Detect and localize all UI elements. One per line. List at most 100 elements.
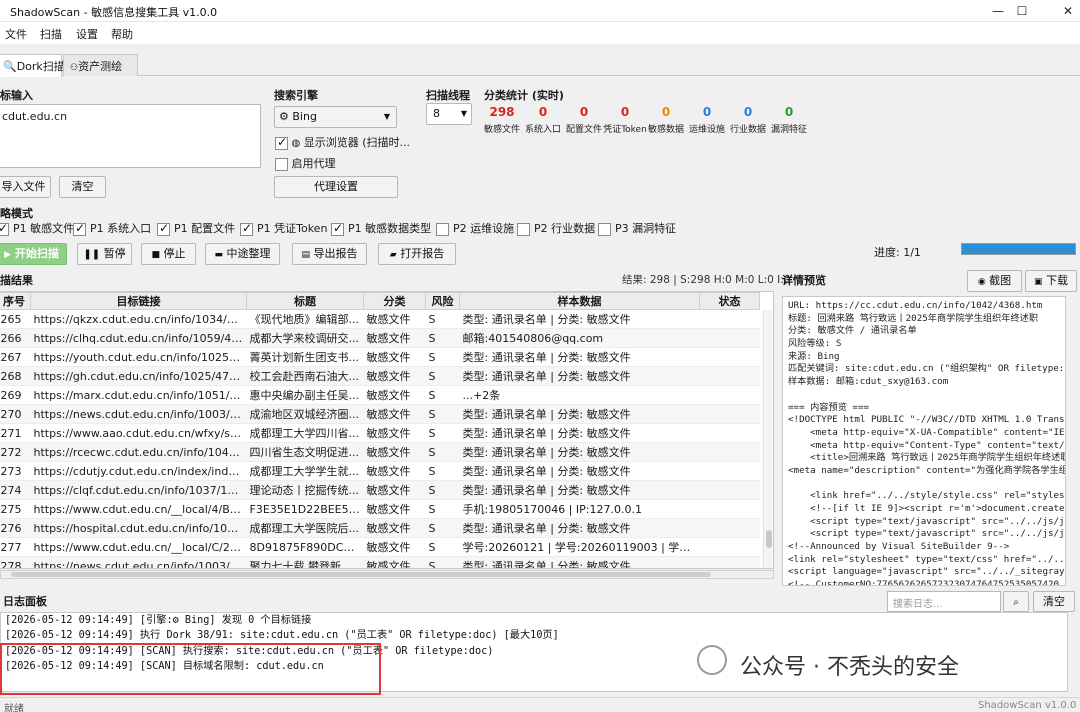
close-button[interactable]: ✕ [1045, 0, 1080, 22]
preview-line: URL: https://cc.cdut.edu.cn/info/1042/43… [788, 300, 1043, 311]
table-row[interactable]: 277 https://www.cdut.edu.cn/__local/C/29/… [0, 537, 760, 557]
table-row[interactable]: 268 https://gh.cdut.edu.cn/info/1025/4741… [0, 366, 760, 386]
export-icon: ▤ [301, 250, 310, 260]
table-row[interactable]: 266 https://clhq.cdut.edu.cn/info/1059/49… [0, 328, 760, 348]
row-sample: 类型: 通讯录名单 | 分类: 敏感文件 [459, 556, 700, 568]
table-row[interactable]: 269 https://marx.cdut.edu.cn/info/1051/23… [0, 385, 760, 405]
table-row[interactable]: 267 https://youth.cdut.edu.cn/info/1025/2… [0, 347, 760, 367]
results-scrollbar[interactable] [763, 310, 773, 568]
organize-button[interactable]: ▬ 中途整理 [205, 243, 280, 265]
row-url: https://news.cdut.edu.cn/info/1003/5300.… [30, 556, 247, 568]
mode-checkbox[interactable] [73, 221, 86, 236]
row-risk: S [425, 347, 460, 367]
results-hscrollbar-thumb[interactable] [11, 572, 711, 577]
row-title: 8D91875F890DC548... [246, 537, 364, 557]
row-category: 敏感文件 [363, 461, 426, 481]
row-risk: S [425, 461, 460, 481]
mode-option-label: P3 漏洞特征 [615, 222, 677, 235]
mode-checkbox[interactable] [157, 221, 170, 236]
mode-option-label: P1 系统入口 [90, 222, 152, 235]
table-row[interactable]: 265 https://qkzx.cdut.edu.cn/info/1034/12… [0, 309, 760, 329]
mode-checkbox[interactable] [598, 222, 611, 236]
log-search-input[interactable]: 搜索日志... [887, 591, 1001, 612]
row-status [699, 518, 760, 538]
row-url: https://www.aao.cdut.edu.cn/wfxy/searc..… [30, 423, 247, 443]
preview-line: <meta http-equiv="Content-Type" content=… [810, 439, 1065, 451]
row-title: 成都理工大学学生就... [246, 461, 364, 481]
mode-option[interactable]: P1 配置文件 [157, 220, 235, 236]
maximize-button[interactable]: ☐ [999, 0, 1045, 22]
column-header[interactable]: 序号 [0, 292, 31, 310]
screenshot-button[interactable]: ◉ 截图 [967, 270, 1022, 292]
wechat-icon [697, 645, 727, 675]
mode-option[interactable]: P2 运维设施 [436, 220, 514, 236]
row-risk: S [425, 423, 460, 443]
row-category: 敏感文件 [363, 480, 426, 500]
mode-option[interactable]: P2 行业数据 [517, 220, 595, 236]
mode-option[interactable]: P1 敏感文件 [0, 220, 74, 236]
stat-value: 0 [784, 105, 794, 119]
row-url: https://cdutjy.cdut.edu.cn/index/index/j… [30, 461, 247, 481]
row-url: https://qkzx.cdut.edu.cn/info/1034/1207.… [30, 309, 247, 329]
preview-line: 匹配关键词: site:cdut.edu.cn ("组织架构" OR filet… [788, 363, 1066, 375]
log-clear-button[interactable]: 清空 [1033, 591, 1075, 612]
preview-line: <!-- CustomerNO:776562626572323074764752… [788, 579, 1060, 586]
preview-text: URL: https://cc.cdut.edu.cn/info/1042/43… [782, 296, 1066, 586]
mode-option[interactable]: P3 漏洞特征 [598, 220, 676, 236]
export-report-button[interactable]: ▤ 导出报告 [292, 243, 367, 265]
log-search-button[interactable]: ⌕ [1003, 591, 1029, 612]
row-category: 敏感文件 [363, 537, 426, 557]
pause-button[interactable]: ❚❚ 暂停 [77, 243, 132, 265]
results-title: 描结果 [0, 274, 33, 287]
mode-checkbox[interactable] [240, 221, 253, 236]
results-table: 序号 目标链接 标题 分类 风险 样本数据 状态 265 https://qkzx.cdut.… [0, 292, 760, 568]
row-index: 267 [0, 347, 31, 367]
row-category: 敏感文件 [363, 328, 426, 348]
mode-checkbox[interactable] [436, 222, 449, 236]
mode-checkbox[interactable] [331, 221, 344, 236]
results-scrollbar-thumb[interactable] [766, 530, 772, 548]
mode-checkbox[interactable] [517, 222, 530, 236]
row-title: 成渝地区双城经济圈... [246, 404, 364, 424]
row-url: https://youth.cdut.edu.cn/info/1025/292.… [30, 347, 247, 367]
row-category: 敏感文件 [363, 556, 426, 568]
column-header[interactable]: 分类 [363, 292, 426, 310]
row-status [699, 404, 760, 424]
column-header[interactable]: 目标链接 [30, 292, 247, 310]
table-row[interactable]: 270 https://news.cdut.edu.cn/info/1003/39… [0, 404, 760, 424]
mode-option[interactable]: P1 系统入口 [73, 220, 151, 236]
row-status [699, 461, 760, 481]
table-row[interactable]: 276 https://hospital.cdut.edu.cn/info/108… [0, 518, 760, 538]
watermark-text: 公众号 · 不秃头的安全 [740, 655, 959, 680]
table-row[interactable]: 278 https://news.cdut.edu.cn/info/1003/53… [0, 556, 760, 568]
row-index: 276 [0, 518, 31, 538]
row-url: https://www.cdut.edu.cn/__local/C/29/09.… [30, 537, 247, 557]
mode-checkbox[interactable] [0, 221, 9, 236]
row-url: https://marx.cdut.edu.cn/info/1051/2381.… [30, 385, 247, 405]
preview-line: <meta http-equiv="X-UA-Compatible" conte… [810, 426, 1065, 438]
table-row[interactable]: 271 https://www.aao.cdut.edu.cn/wfxy/sear… [0, 423, 760, 443]
progress-fill [962, 244, 1075, 254]
table-row[interactable]: 275 https://www.cdut.edu.cn/__local/4/B0/… [0, 499, 760, 519]
results-hscrollbar[interactable] [0, 570, 774, 579]
table-row[interactable]: 273 https://cdutjy.cdut.edu.cn/index/inde… [0, 461, 760, 481]
stop-button[interactable]: ■ 停止 [141, 243, 196, 265]
mode-option[interactable]: P1 凭证Token [240, 220, 327, 236]
row-status [699, 328, 760, 348]
mode-option[interactable]: P1 敏感数据类型 [331, 220, 431, 236]
preview-line: <title>回溯来路 笃行致远丨2025年商学院学生组织年终述职</title… [810, 452, 1066, 464]
row-status [699, 499, 760, 519]
row-status [699, 537, 760, 557]
row-sample: ...+2条 [459, 385, 700, 405]
column-header[interactable]: 标题 [246, 292, 364, 310]
row-sample: 类型: 通讯录名单 | 分类: 敏感文件 [459, 404, 700, 424]
open-report-button[interactable]: ▰ 打开报告 [378, 243, 456, 265]
column-header[interactable]: 风险 [425, 292, 460, 310]
download-button[interactable]: ▣ 下载 [1025, 270, 1077, 292]
column-header[interactable]: 样本数据 [459, 292, 700, 310]
table-row[interactable]: 274 https://clqf.cdut.edu.cn/info/1037/14… [0, 480, 760, 500]
row-url: https://www.cdut.edu.cn/__local/4/B0/0..… [30, 499, 247, 519]
column-header[interactable]: 状态 [699, 292, 760, 310]
table-row[interactable]: 272 https://rcecwc.cdut.edu.cn/info/1043/… [0, 442, 760, 462]
start-scan-button[interactable]: ▶ 开始扫描 [0, 243, 67, 265]
